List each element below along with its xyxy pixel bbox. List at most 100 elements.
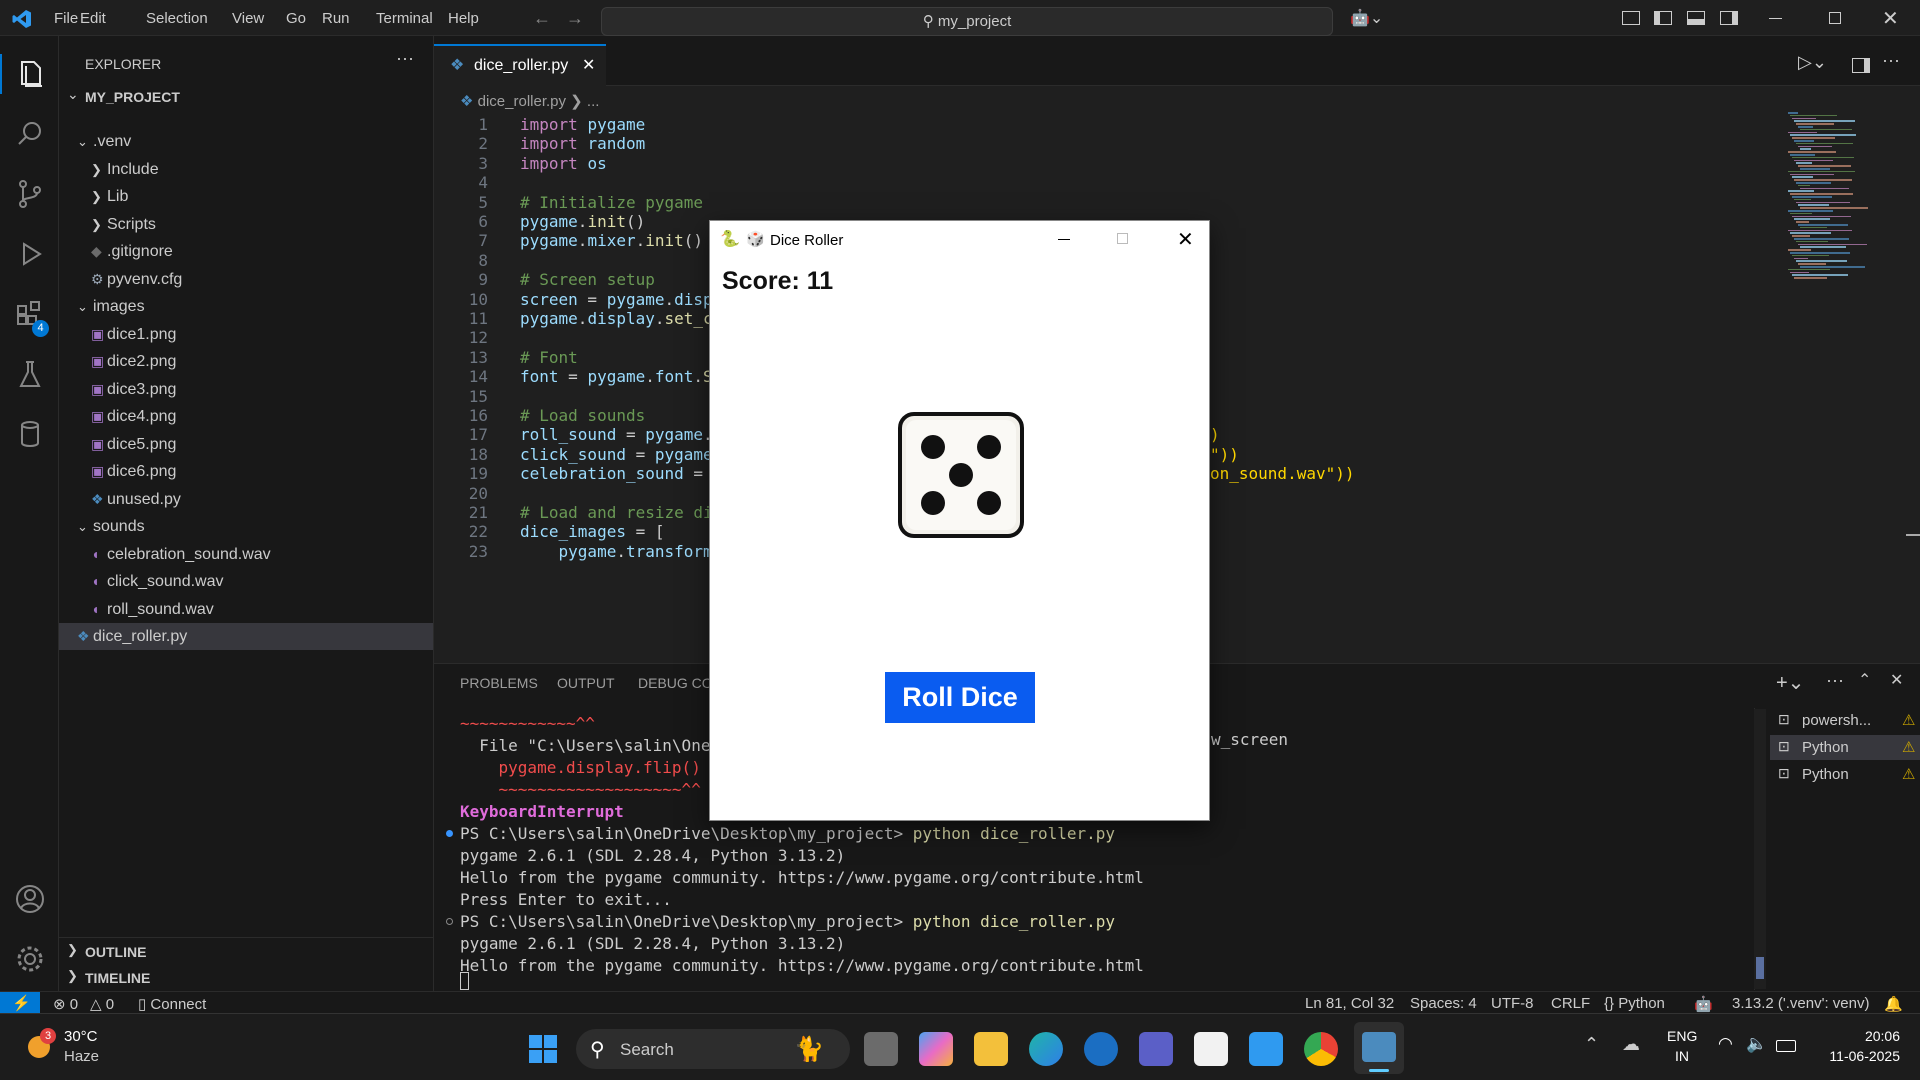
folder-item[interactable]: ❯ Scripts [59,211,433,238]
roll-dice-button[interactable]: Roll Dice [885,672,1035,723]
maximize-icon[interactable] [1117,233,1128,244]
file-item[interactable]: ❖ dice_roller.py [59,623,433,650]
taskbar-search[interactable]: ⚲ Search 🐈 [576,1029,850,1069]
dell-icon[interactable] [1084,1032,1118,1066]
file-item[interactable]: ◖ click_sound.wav [59,568,433,595]
more-actions-icon[interactable]: ··· [1882,50,1900,71]
database-icon[interactable] [10,414,50,454]
minimap[interactable] [1788,112,1908,282]
menu-help[interactable]: Help [448,10,479,27]
cursor-position[interactable]: Ln 81, Col 32 [1305,995,1394,1012]
run-debug-icon[interactable] [10,234,50,274]
close-icon[interactable]: ✕ [1882,6,1899,31]
folder-item[interactable]: ❯ Lib [59,183,433,210]
teams-icon[interactable] [1139,1032,1173,1066]
clock[interactable]: 20:06 11-06-2025 [1816,1028,1900,1068]
file-item[interactable]: ❖ unused.py [59,486,433,513]
minimize-icon[interactable] [1769,18,1782,19]
weather-widget[interactable]: 3 30°C Haze [16,1024,156,1072]
battery-icon[interactable] [1776,1040,1796,1052]
file-item[interactable]: ▣ dice2.png [59,348,433,375]
editor-scrollbar[interactable] [1906,112,1920,660]
customize-layout-icon[interactable] [1622,11,1640,25]
menu-edit[interactable]: Edit [80,10,106,27]
back-arrow-icon[interactable]: ← [533,8,551,29]
file-item[interactable]: ▣ dice3.png [59,376,433,403]
python-interpreter[interactable]: 3.13.2 ('.venv': venv) [1732,995,1869,1012]
folder-item[interactable]: ⌄ .venv [59,128,433,155]
file-item[interactable]: ▣ dice4.png [59,403,433,430]
vscode-logo-icon[interactable] [12,9,32,29]
run-file-icon[interactable]: ▷⌄ [1798,52,1827,73]
scrollbar-thumb[interactable] [1906,534,1920,536]
panel-tab-output[interactable]: OUTPUT [557,675,615,691]
menu-terminal[interactable]: Terminal [376,10,433,27]
language-indicator[interactable]: ENG IN [1667,1028,1705,1068]
file-item[interactable]: ▣ dice1.png [59,321,433,348]
vscode-taskbar-icon[interactable] [1249,1032,1283,1066]
folder-item[interactable]: ⌄ images [59,293,433,320]
terminal-instance[interactable]: ⊡ powersh... ⚠ [1770,708,1920,733]
copilot-icon[interactable]: 🤖⌄ [1350,8,1383,28]
errors-indicator[interactable]: ⊗ 0 [53,995,78,1013]
wifi-icon[interactable]: ◠ [1718,1034,1733,1054]
panel-tab-problems[interactable]: PROBLEMS [460,675,538,691]
search-icon[interactable] [10,114,50,154]
folder-item[interactable]: ❯ Include [59,156,433,183]
command-center-search[interactable]: ⚲ my_project [601,7,1333,36]
edge-icon[interactable] [1029,1032,1063,1066]
file-item[interactable]: ▣ dice5.png [59,431,433,458]
testing-icon[interactable] [10,354,50,394]
file-item[interactable]: ▣ dice6.png [59,458,433,485]
file-item[interactable]: ◆ .gitignore [59,238,433,265]
volume-icon[interactable]: 🔈 [1746,1034,1767,1054]
show-hidden-icons-icon[interactable]: ⌃ [1584,1034,1599,1055]
notifications-icon[interactable]: 🔔 [1884,995,1903,1013]
menu-run[interactable]: Run [322,10,350,27]
minimize-icon[interactable] [1058,239,1070,240]
connect-button[interactable]: ▯ Connect [138,995,206,1013]
menu-file[interactable]: File [54,10,78,27]
restore-icon[interactable] [1829,12,1841,24]
remote-indicator[interactable]: ⚡ [0,992,40,1014]
file-explorer-icon[interactable] [974,1032,1008,1066]
more-actions-icon[interactable]: ··· [1826,670,1844,691]
accounts-icon[interactable] [10,879,50,919]
maximize-panel-icon[interactable]: ⌃ [1858,670,1871,690]
scrollbar-thumb[interactable] [1756,957,1764,979]
language-mode[interactable]: {} Python [1604,995,1665,1012]
pygame-taskbar-item[interactable] [1354,1022,1404,1074]
breadcrumb-symbol[interactable]: ... [587,93,600,110]
source-control-icon[interactable] [10,174,50,214]
project-root[interactable]: ⌄ MY_PROJECT [59,83,433,110]
file-item[interactable]: ⚙ pyvenv.cfg [59,266,433,293]
toggle-primary-sidebar-icon[interactable] [1654,11,1672,25]
tab-dice-roller[interactable]: ❖ dice_roller.py ✕ [434,44,606,86]
folder-item[interactable]: ⌄ sounds [59,513,433,540]
close-panel-icon[interactable]: ✕ [1890,670,1903,690]
forward-arrow-icon[interactable]: → [566,8,584,29]
terminal-instance[interactable]: ⊡ Python ⚠ [1770,735,1920,760]
line-ending[interactable]: CRLF [1551,995,1590,1012]
breadcrumb-file[interactable]: dice_roller.py [478,93,566,110]
close-tab-icon[interactable]: ✕ [582,46,595,86]
split-editor-icon[interactable] [1852,58,1870,73]
chrome-icon[interactable] [1304,1032,1338,1066]
toggle-secondary-sidebar-icon[interactable] [1720,11,1738,25]
close-icon[interactable]: ✕ [1177,227,1194,252]
file-item[interactable]: ◖ celebration_sound.wav [59,541,433,568]
terminal-scrollbar[interactable] [1754,709,1766,989]
more-actions-icon[interactable]: ··· [396,48,414,69]
new-terminal-icon[interactable]: +⌄ [1776,670,1804,695]
store-icon[interactable] [1194,1032,1228,1066]
outline-section[interactable]: ❯ OUTLINE [59,939,433,963]
toggle-panel-icon[interactable] [1687,11,1705,25]
copilot-app-icon[interactable] [919,1032,953,1066]
warnings-indicator[interactable]: △ 0 [90,995,114,1013]
file-item[interactable]: ◖ roll_sound.wav [59,596,433,623]
terminal-instance[interactable]: ⊡ Python ⚠ [1770,762,1920,787]
task-view-icon[interactable] [864,1032,898,1066]
explorer-icon[interactable] [10,54,50,94]
encoding[interactable]: UTF-8 [1491,995,1534,1012]
menu-go[interactable]: Go [286,10,306,27]
